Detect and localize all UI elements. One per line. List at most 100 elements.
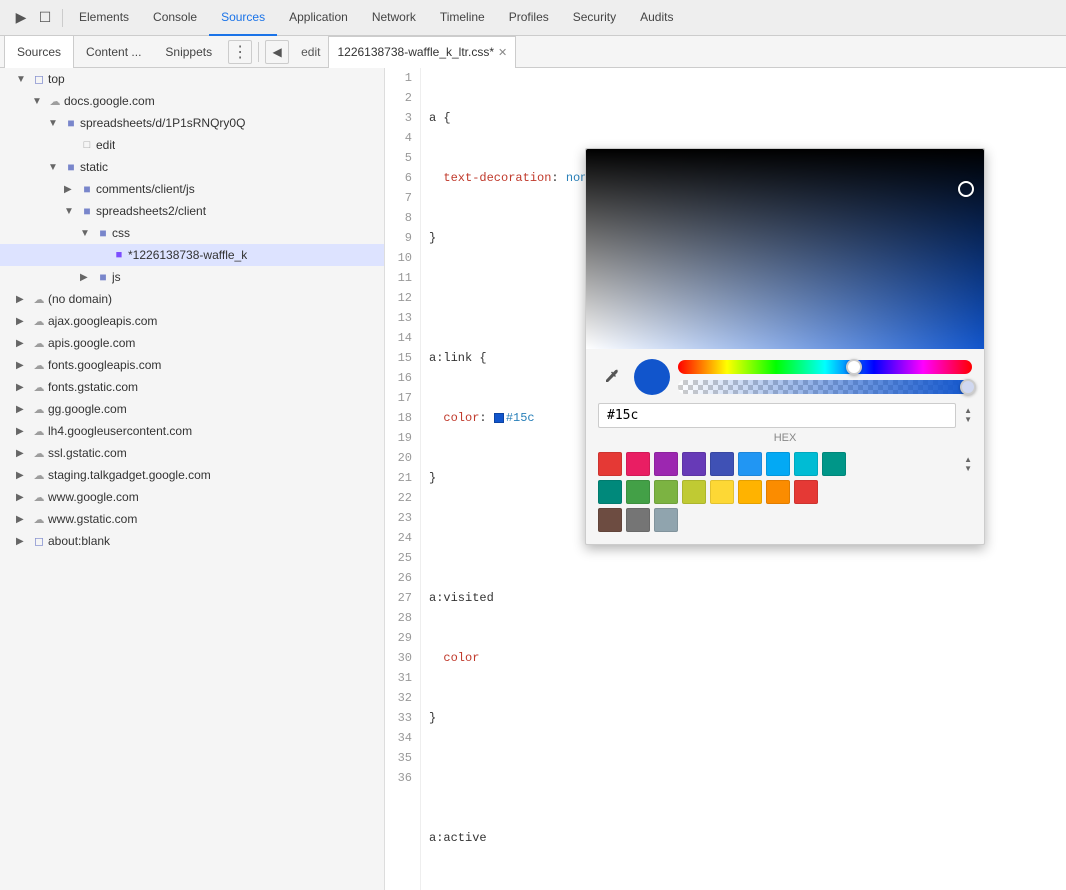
more-tabs-button[interactable]: ⋮ bbox=[228, 40, 252, 64]
swatch-brown[interactable] bbox=[598, 508, 622, 532]
line-num-36: 36 bbox=[393, 768, 412, 788]
swatch-cyan[interactable] bbox=[794, 452, 818, 476]
cloud-icon-staging: ☁ bbox=[30, 469, 48, 482]
line-num-7: 7 bbox=[393, 188, 412, 208]
tab-sources[interactable]: Sources bbox=[209, 0, 277, 36]
tab-network[interactable]: Network bbox=[360, 0, 428, 36]
cloud-icon-www-google: ☁ bbox=[30, 491, 48, 504]
tree-item-ssl[interactable]: ▶ ☁ ssl.gstatic.com bbox=[0, 442, 384, 464]
line-numbers: 1 2 3 4 5 6 7 8 9 10 11 12 13 14 15 16 1… bbox=[385, 68, 421, 890]
swatch-spinner-up-icon[interactable]: ▲ bbox=[964, 456, 972, 464]
hex-input-wrap[interactable] bbox=[598, 403, 956, 428]
tree-item-top[interactable]: ▼ ◻ top bbox=[0, 68, 384, 90]
tab-timeline[interactable]: Timeline bbox=[428, 0, 497, 36]
swatch-deep-purple[interactable] bbox=[682, 452, 706, 476]
color-swatches: ▲ ▼ bbox=[586, 452, 984, 532]
tree-item-staging[interactable]: ▶ ☁ staging.talkgadget.google.com bbox=[0, 464, 384, 486]
code-editor[interactable]: 1 2 3 4 5 6 7 8 9 10 11 12 13 14 15 16 1… bbox=[385, 68, 1066, 890]
tree-item-static[interactable]: ▼ ■ static bbox=[0, 156, 384, 178]
cloud-icon-nodomain: ☁ bbox=[30, 293, 48, 306]
color-cursor[interactable] bbox=[958, 181, 974, 197]
hex-input[interactable] bbox=[607, 408, 947, 423]
tab-security[interactable]: Security bbox=[561, 0, 628, 36]
color-swatch[interactable] bbox=[494, 413, 504, 423]
tree-item-css[interactable]: ▼ ■ css bbox=[0, 222, 384, 244]
tree-item-apis[interactable]: ▶ ☁ apis.google.com bbox=[0, 332, 384, 354]
line-num-8: 8 bbox=[393, 208, 412, 228]
cursor-icon[interactable]: ▶ bbox=[12, 9, 30, 27]
tree-item-docs[interactable]: ▼ ☁ docs.google.com bbox=[0, 90, 384, 112]
tab-profiles[interactable]: Profiles bbox=[497, 0, 561, 36]
sub-tab-content[interactable]: Content ... bbox=[74, 36, 153, 68]
tree-item-spreadsheets2[interactable]: ▼ ■ spreadsheets2/client bbox=[0, 200, 384, 222]
arrow-css: ▼ bbox=[80, 228, 94, 239]
tree-item-js[interactable]: ▶ ■ js bbox=[0, 266, 384, 288]
alpha-slider[interactable] bbox=[678, 380, 972, 394]
tab-audits[interactable]: Audits bbox=[628, 0, 685, 36]
tree-item-ajax[interactable]: ▶ ☁ ajax.googleapis.com bbox=[0, 310, 384, 332]
label-top: top bbox=[48, 72, 65, 86]
swatch-blue[interactable] bbox=[738, 452, 762, 476]
label-www-google: www.google.com bbox=[48, 490, 139, 504]
swatch-red[interactable] bbox=[598, 452, 622, 476]
hue-thumb[interactable] bbox=[846, 359, 862, 375]
alpha-thumb[interactable] bbox=[960, 379, 976, 395]
tree-item-comments[interactable]: ▶ ■ comments/client/js bbox=[0, 178, 384, 200]
swatch-blue-gray[interactable] bbox=[654, 508, 678, 532]
swatch-gray[interactable] bbox=[626, 508, 650, 532]
tree-item-fonts-apis[interactable]: ▶ ☁ fonts.googleapis.com bbox=[0, 354, 384, 376]
close-file-button[interactable]: ✕ bbox=[498, 46, 507, 59]
line-num-31: 31 bbox=[393, 668, 412, 688]
cloud-icon-fonts-apis: ☁ bbox=[30, 359, 48, 372]
swatch-purple[interactable] bbox=[654, 452, 678, 476]
folder-icon-spreadsheets: ■ bbox=[62, 116, 80, 130]
tree-item-edit[interactable]: □ edit bbox=[0, 134, 384, 156]
spinner-down-icon[interactable]: ▼ bbox=[964, 416, 972, 424]
line-num-6: 6 bbox=[393, 168, 412, 188]
tree-item-fonts-gstatic[interactable]: ▶ ☁ fonts.gstatic.com bbox=[0, 376, 384, 398]
swatch-indigo[interactable] bbox=[710, 452, 734, 476]
hue-slider[interactable] bbox=[678, 360, 972, 374]
sub-tab-sources[interactable]: Sources bbox=[4, 36, 74, 68]
tree-item-spreadsheets[interactable]: ▼ ■ spreadsheets/d/1P1sRNQry0Q bbox=[0, 112, 384, 134]
tree-item-www-google[interactable]: ▶ ☁ www.google.com bbox=[0, 486, 384, 508]
file-tab[interactable]: 1226138738-waffle_k_ltr.css* ✕ bbox=[328, 36, 516, 68]
tree-item-lh4[interactable]: ▶ ☁ lh4.googleusercontent.com bbox=[0, 420, 384, 442]
file-tree[interactable]: ▼ ◻ top ▼ ☁ docs.google.com ▼ ■ spreadsh… bbox=[0, 68, 385, 890]
swatch-light-blue[interactable] bbox=[766, 452, 790, 476]
swatch-pink[interactable] bbox=[626, 452, 650, 476]
tree-item-waffle[interactable]: ■ *1226138738-waffle_k bbox=[0, 244, 384, 266]
line-num-4: 4 bbox=[393, 128, 412, 148]
spinner-up-icon[interactable]: ▲ bbox=[964, 407, 972, 415]
tree-item-www-gstatic[interactable]: ▶ ☁ www.gstatic.com bbox=[0, 508, 384, 530]
label-staging: staging.talkgadget.google.com bbox=[48, 468, 211, 482]
swatch-yellow[interactable] bbox=[710, 480, 734, 504]
color-gradient[interactable] bbox=[586, 149, 984, 349]
swatch-orange[interactable] bbox=[766, 480, 790, 504]
swatch-spinner-down-icon[interactable]: ▼ bbox=[964, 465, 972, 473]
swatch-green[interactable] bbox=[626, 480, 650, 504]
tree-item-nodomain[interactable]: ▶ ☁ (no domain) bbox=[0, 288, 384, 310]
collapse-button[interactable]: ◀ bbox=[265, 40, 289, 64]
tab-elements[interactable]: Elements bbox=[67, 0, 141, 36]
hex-spinner[interactable]: ▲ ▼ bbox=[964, 407, 972, 424]
line-num-18: 18 bbox=[393, 408, 412, 428]
swatch-deep-orange[interactable] bbox=[794, 480, 818, 504]
swatch-teal[interactable] bbox=[822, 452, 846, 476]
swatch-lime[interactable] bbox=[682, 480, 706, 504]
swatch-green-teal[interactable] bbox=[598, 480, 622, 504]
sub-tab-snippets[interactable]: Snippets bbox=[153, 36, 224, 68]
cloud-icon-ssl: ☁ bbox=[30, 447, 48, 460]
swatch-light-green[interactable] bbox=[654, 480, 678, 504]
tab-application[interactable]: Application bbox=[277, 0, 360, 36]
tree-item-gg[interactable]: ▶ ☁ gg.google.com bbox=[0, 398, 384, 420]
tree-item-about-blank[interactable]: ▶ ◻ about:blank bbox=[0, 530, 384, 552]
line-num-32: 32 bbox=[393, 688, 412, 708]
eyedropper-button[interactable] bbox=[598, 363, 626, 391]
element-picker-icon[interactable]: ☐ bbox=[36, 9, 54, 27]
swatch-amber[interactable] bbox=[738, 480, 762, 504]
label-spreadsheets2: spreadsheets2/client bbox=[96, 204, 206, 218]
swatch-row-spinner[interactable]: ▲ ▼ bbox=[964, 456, 972, 473]
tab-console[interactable]: Console bbox=[141, 0, 209, 36]
color-picker[interactable]: ▲ ▼ HEX ▲ ▼ bbox=[585, 148, 985, 545]
